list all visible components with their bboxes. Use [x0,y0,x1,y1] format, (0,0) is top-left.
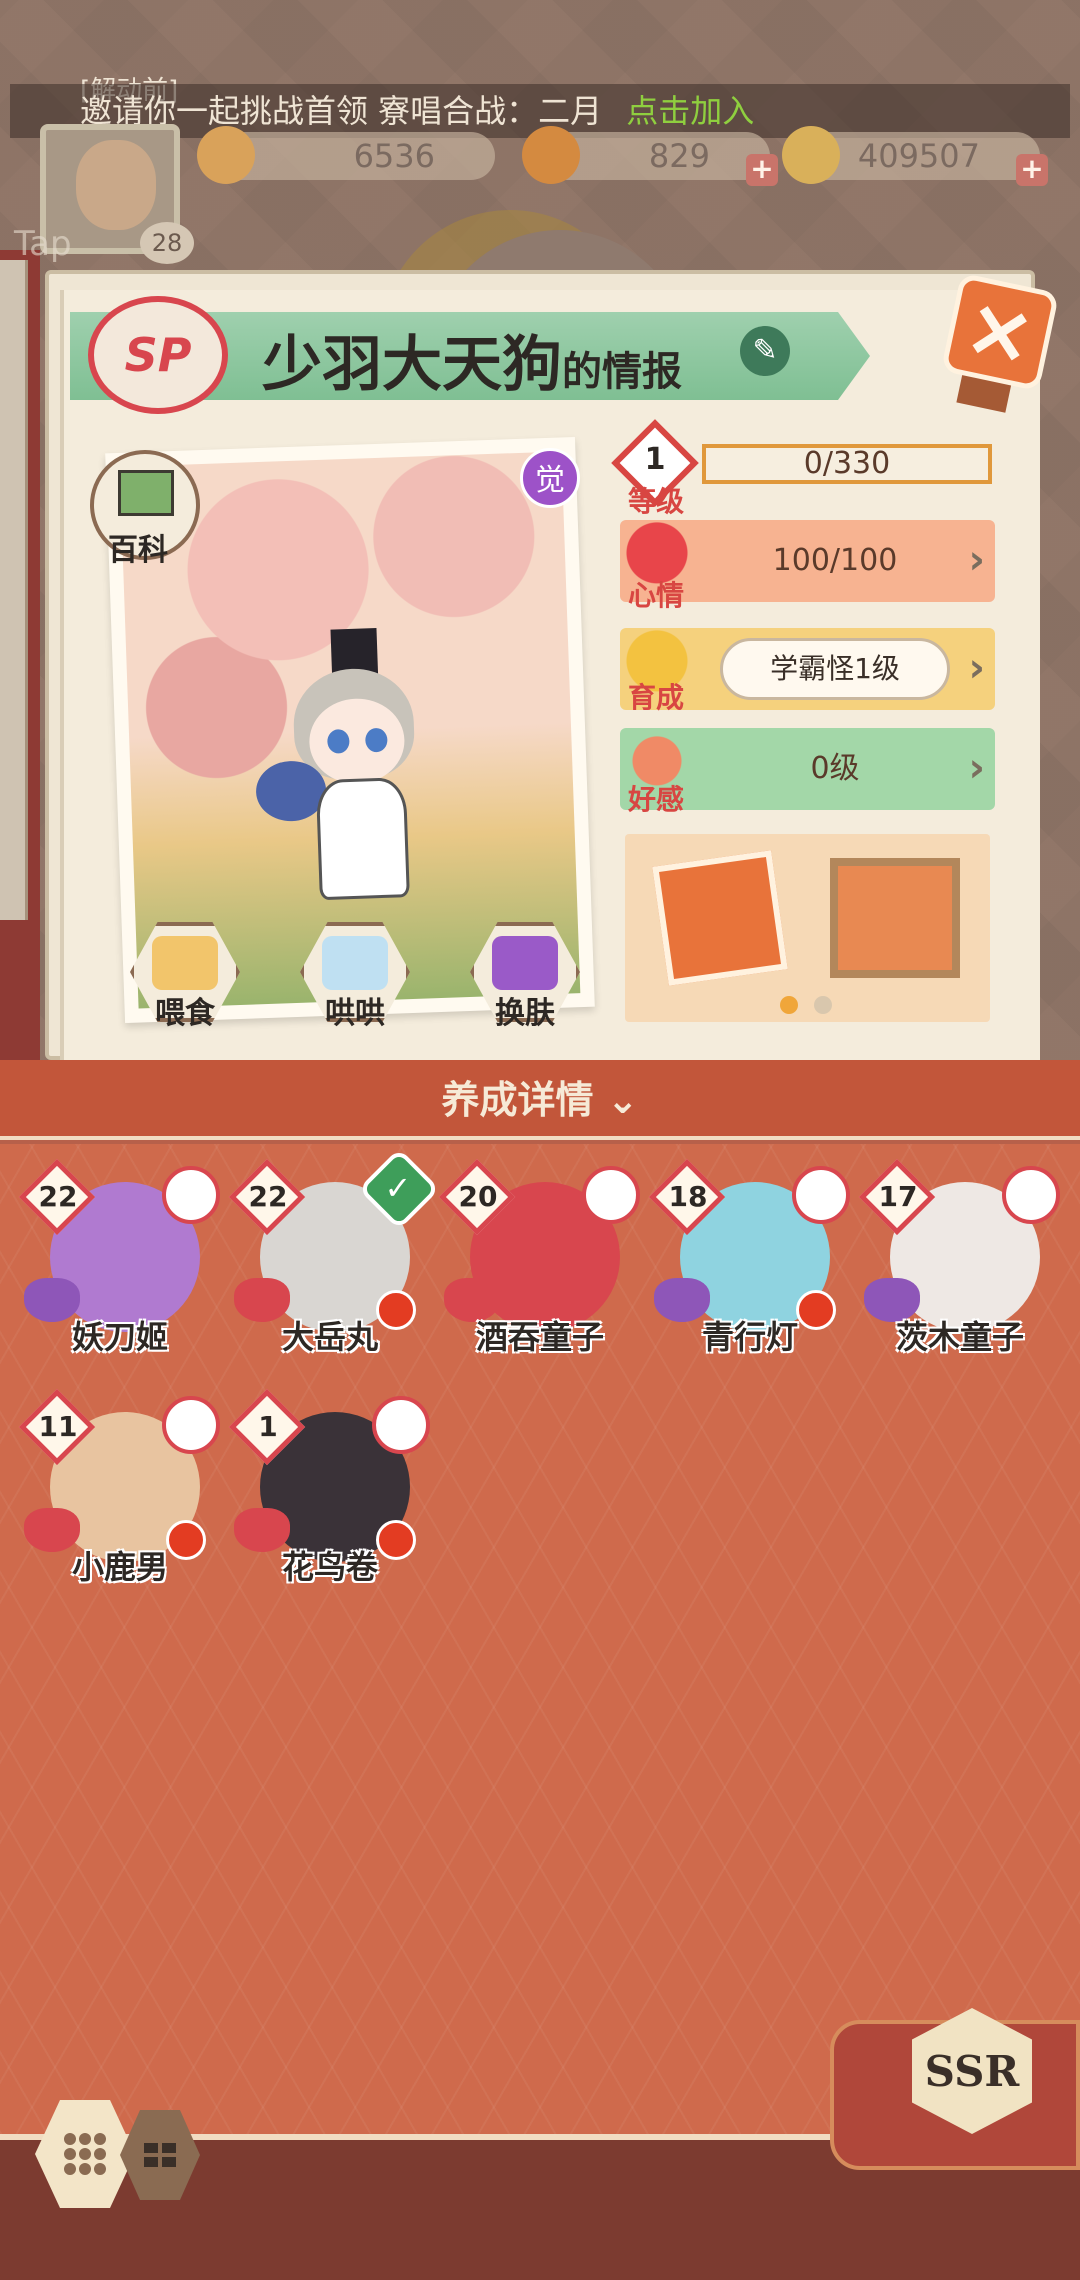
page-title: 少羽大天狗的情报 [262,330,682,400]
shikigami-level: 17 [878,1180,918,1213]
shikigami-tile[interactable]: 22 妖刀姬 [18,1158,220,1360]
type-icon [792,1166,850,1224]
type-icon [372,1396,430,1454]
shikigami-name: 小鹿男 [71,1548,168,1586]
type-icon [582,1166,640,1224]
exp-bar: 0/330 [702,444,992,484]
details-header[interactable]: 养成详情 ⌄ [0,1060,1080,1140]
shikigami-level: 22 [248,1180,288,1213]
tap-label: Tap [14,224,72,264]
shikigami-name: 茨木童子 [895,1318,1024,1356]
type-icon [1002,1166,1060,1224]
encyclopedia-label: 百科 [108,533,168,568]
rarity-badge: SP [88,296,228,414]
book-icon [118,470,174,516]
chevron-right-icon: › [968,745,985,791]
stamina-icon [522,126,580,184]
mood-label: 心情 [628,579,685,612]
add-coins-button[interactable]: + [1016,154,1048,186]
skin-button[interactable]: 换肤 [470,922,580,1032]
currency-jade: 6536 [197,126,495,184]
notice-join-link[interactable]: 点击加入 [626,92,754,130]
type-icon [162,1166,220,1224]
level-row: 0/330 1 [611,419,995,507]
shikigami-level: 20 [458,1180,498,1213]
level-number: 1 [644,442,666,477]
awaken-icon: 觉 [520,448,580,508]
page-dot-active[interactable] [780,996,798,1014]
shikigami-level: 22 [38,1180,78,1213]
affinity-label: 好感 [628,783,685,816]
shikigami-name: 酒吞童子 [475,1318,604,1356]
feed-button[interactable]: 喂食 [130,922,240,1032]
shikigami-name: 妖刀姬 [71,1318,168,1356]
currency-coins: 409507 + [782,126,1048,186]
shikigami-tile[interactable]: 20 酒吞童子 [438,1158,640,1360]
page-dot[interactable] [814,996,832,1014]
comfort-button[interactable]: 哄哄 [300,922,410,1032]
shikigami-tile[interactable]: 11 小鹿男 [18,1388,220,1590]
shikigami-name: 青行灯 [701,1318,798,1356]
growth-title-pill: 学霸怪1级 [720,638,950,700]
grid-icon [64,2133,106,2175]
grow-label: 育成 [628,681,685,714]
close-icon: × [956,277,1044,386]
milk-icon [322,936,388,990]
robe-icon [492,936,558,990]
side-book-page [0,260,28,920]
currency-stamina: 829 + [522,126,778,186]
shikigami-level: 11 [38,1410,78,1443]
type-icon [162,1396,220,1454]
coin-icon [782,126,840,184]
shikigami-tile[interactable]: 22 ✓ 大岳丸 [228,1147,441,1360]
noodle-icon [152,936,218,990]
close-button[interactable]: × [940,272,1060,392]
shikigami-name: 花鸟卷 [281,1548,378,1586]
edit-icon[interactable]: ✎ [740,326,790,376]
shikigami-name: 大岳丸 [281,1318,378,1356]
chevron-right-icon: › [968,645,985,691]
gift-card-1[interactable] [652,850,788,986]
chevron-down-icon: ⌄ [606,1078,639,1122]
player-level-badge: 28 [140,222,194,264]
jade-icon [197,126,255,184]
gift-card-2[interactable] [830,858,960,978]
list-icon [144,2143,176,2167]
shikigami-level: 1 [258,1410,278,1443]
shikigami-level: 18 [668,1180,708,1213]
chevron-right-icon: › [968,537,985,583]
shikigami-tile[interactable]: 17 茨木童子 [858,1158,1060,1360]
shikigami-tile[interactable]: 18 青行灯 [648,1158,850,1360]
level-label: 等级 [628,485,685,518]
add-stamina-button[interactable]: + [746,154,778,186]
shikigami-tile[interactable]: 1 花鸟卷 [228,1388,430,1590]
